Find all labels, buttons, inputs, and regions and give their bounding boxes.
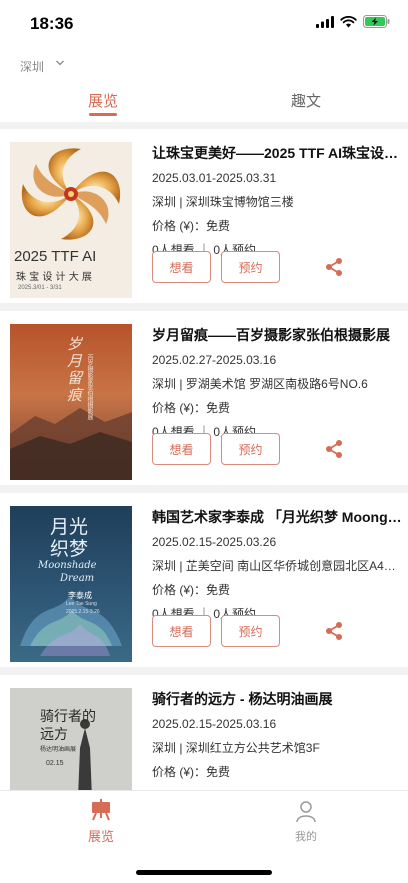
want-to-see-button[interactable]: 想看 [152,251,211,283]
poster-title-2: 织梦 [50,538,89,560]
exhibition-title[interactable]: 让珠宝更美好——2025 TTF AI珠宝设… [152,143,402,163]
exhibition-price: 价格 (¥)：免费 [152,219,231,233]
exhibition-card[interactable]: 岁月留痕 百岁摄影家张伯根摄影展 岁月留痕——百岁摄影家张伯根摄影展 2025.… [0,311,408,485]
nav-exhibitions-label: 展览 [87,829,114,844]
poster-artist-en: Lee Tae Sung [66,601,97,607]
poster-date: 2025.3/01 - 3/31 [18,285,62,291]
status-icons [316,15,390,28]
poster-date: 2025.2.15-3.26 [66,609,100,615]
exhibition-info: 韩国艺术家李泰成 「月光织梦 Moong… 2025.02.15-2025.03… [152,507,402,623]
nav-exhibitions[interactable]: 展览 [71,799,131,845]
poster-artist: 李泰成 [68,591,92,600]
exhibition-venue: 深圳 | 深圳红立方公共艺术馆3F [152,741,320,755]
poster-date: 02.15 [46,760,64,767]
exhibition-info: 让珠宝更美好——2025 TTF AI珠宝设… 2025.03.01-2025.… [152,143,402,259]
poster-english-2: Dream [60,573,95,584]
exhibition-venue: 深圳 | 罗湖美术馆 罗湖区南极路6号NO.6 [152,377,368,391]
status-bar: 18:36 [0,0,408,48]
exhibition-info: 骑行者的远方 - 杨达明油画展 2025.02.15-2025.03.16 深圳… [152,689,402,781]
easel-icon [92,799,110,821]
status-time: 18:36 [30,14,74,33]
tab-articles[interactable]: 趣文 [291,90,321,111]
tab-bar: 展览 趣文 [0,84,408,122]
exhibition-poster[interactable]: 骑行者的 远方 杨达明油画展 02.15 [10,688,132,790]
poster-title-2: 远方 [40,727,68,743]
want-to-see-button[interactable]: 想看 [152,433,211,465]
exhibition-card[interactable]: 2025 TTF AI 珠 宝 设 计 大 展 2025.3/01 - 3/31… [0,129,408,303]
chevron-down-icon [56,60,64,66]
exhibition-card[interactable]: 月光 织梦 Moonshade Dream 李泰成 Lee Tae Sung 2… [0,493,408,667]
battery-charging-icon [363,15,390,28]
cellular-signal-icon [316,15,334,28]
painting-artwork [10,688,132,790]
city-label: 深圳 [20,60,45,74]
want-to-see-button[interactable]: 想看 [152,615,211,647]
exhibition-card[interactable]: 骑行者的 远方 杨达明油画展 02.15 骑行者的远方 - 杨达明油画展 202… [0,675,408,790]
nav-profile[interactable]: 我的 [276,799,336,844]
poster-title: 骑行者的 [40,709,96,725]
exhibition-poster[interactable]: 月光 织梦 Moonshade Dream 李泰成 Lee Tae Sung 2… [10,506,132,662]
poster-subtitle: 珠 宝 设 计 大 展 [16,272,92,283]
exhibition-dates: 2025.02.27-2025.03.16 [152,353,277,367]
share-icon[interactable] [324,257,344,277]
exhibition-price: 价格 (¥)：免费 [152,765,231,779]
exhibition-list[interactable]: 2025 TTF AI 珠 宝 设 计 大 展 2025.3/01 - 3/31… [0,122,408,790]
exhibition-info: 岁月留痕——百岁摄影家张伯根摄影展 2025.02.27-2025.03.16 … [152,325,402,441]
exhibition-venue: 深圳 | 芷美空间 南山区华侨城创意园北区A4… [152,559,396,573]
exhibition-title[interactable]: 岁月留痕——百岁摄影家张伯根摄影展 [152,325,402,345]
city-selector[interactable]: 深圳 [0,48,408,84]
exhibition-poster[interactable]: 岁月留痕 百岁摄影家张伯根摄影展 [10,324,132,480]
poster-subtitle: 杨达明油画展 [40,746,77,753]
exhibition-title[interactable]: 骑行者的远方 - 杨达明油画展 [152,689,402,709]
exhibition-price: 价格 (¥)：免费 [152,583,231,597]
exhibition-poster[interactable]: 2025 TTF AI 珠 宝 设 计 大 展 2025.3/01 - 3/31 [10,142,132,298]
card-actions: 想看 预约 [152,615,402,647]
tab-exhibitions[interactable]: 展览 [88,90,118,111]
exhibition-venue: 深圳 | 深圳珠宝博物馆三楼 [152,195,294,209]
exhibition-dates: 2025.02.15-2025.03.26 [152,535,277,549]
poster-title: 岁月留痕 [65,336,83,404]
exhibition-dates: 2025.02.15-2025.03.16 [152,717,277,731]
nav-profile-label: 我的 [295,831,317,843]
poster-subtitle: 百岁摄影家张伯根摄影展 [86,354,93,420]
reserve-button[interactable]: 预约 [221,433,280,465]
reserve-button[interactable]: 预约 [221,251,280,283]
user-icon [296,801,316,823]
active-tab-indicator [89,113,117,116]
wifi-icon [340,15,357,27]
card-actions: 想看 预约 [152,433,402,465]
exhibition-title[interactable]: 韩国艺术家李泰成 「月光织梦 Moong… [152,507,402,527]
share-icon[interactable] [324,621,344,641]
reserve-button[interactable]: 预约 [221,615,280,647]
home-indicator [136,870,272,875]
exhibition-dates: 2025.03.01-2025.03.31 [152,171,277,185]
poster-english-1: Moonshade [38,560,97,571]
poster-title: 2025 TTF AI [14,248,97,265]
exhibition-price: 价格 (¥)：免费 [152,401,231,415]
card-actions: 想看 预约 [152,251,402,283]
share-icon[interactable] [324,439,344,459]
